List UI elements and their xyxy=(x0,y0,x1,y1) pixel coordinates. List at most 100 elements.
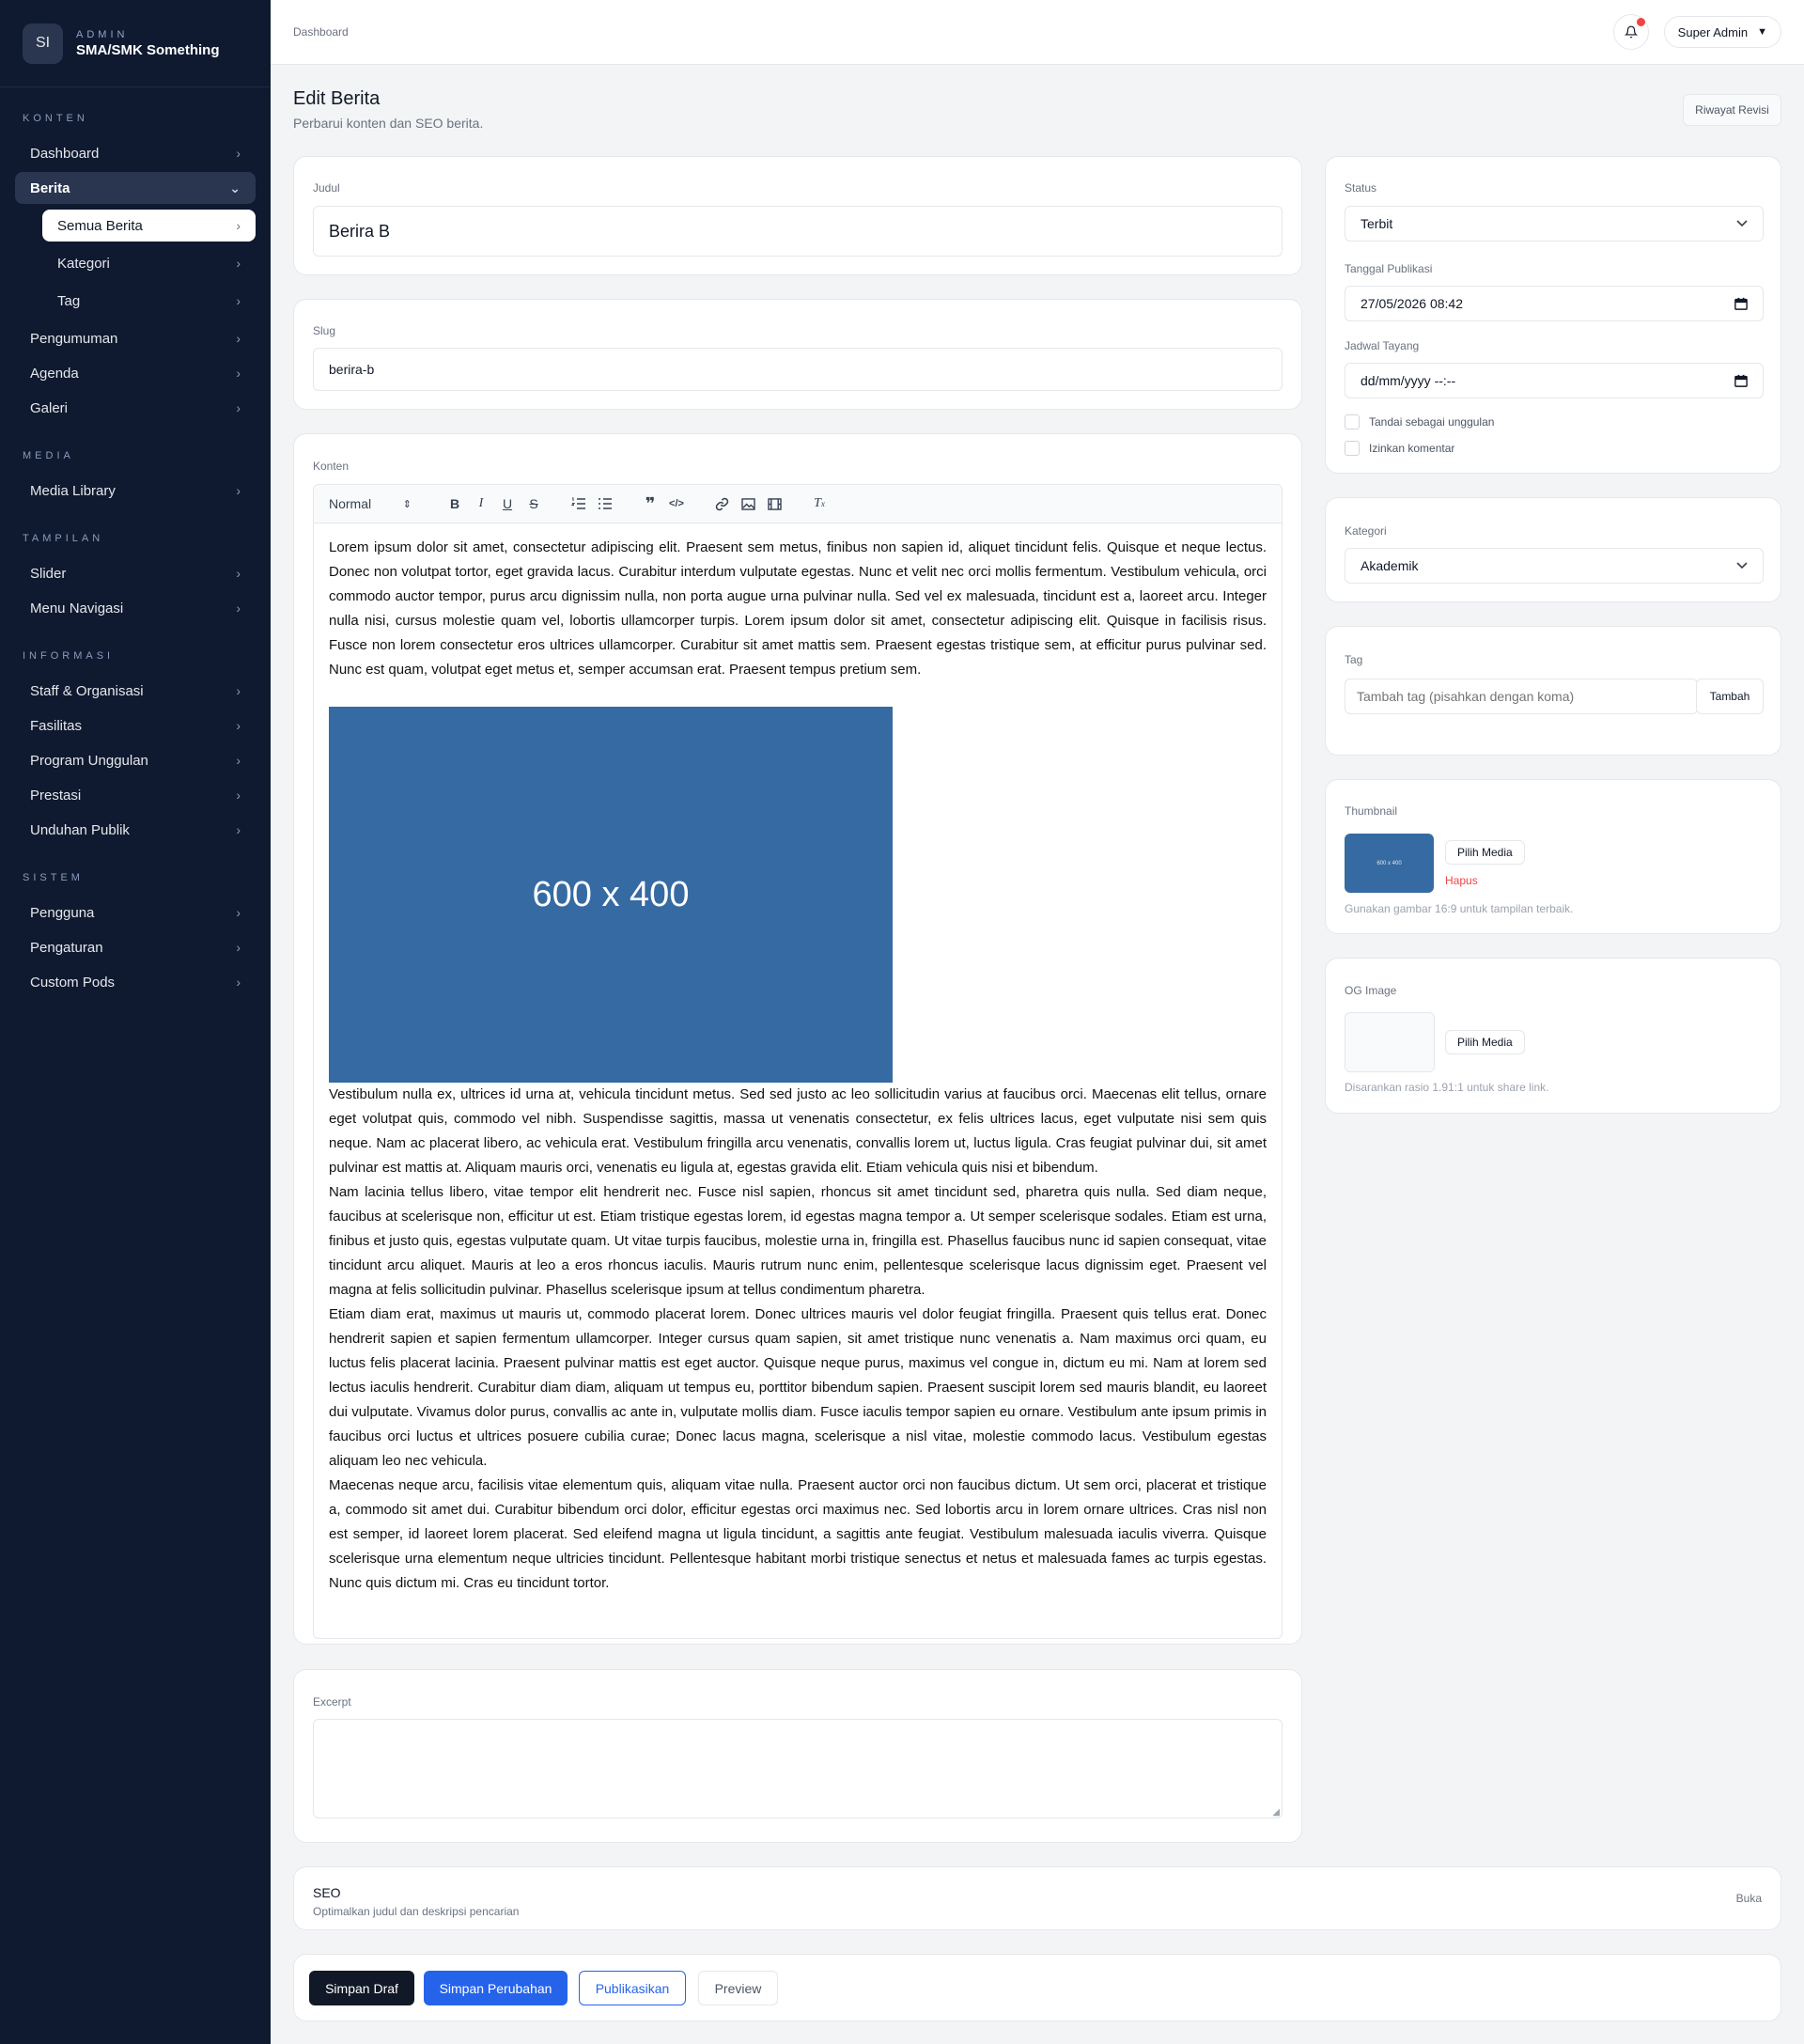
bullet-list-icon[interactable] xyxy=(592,491,618,517)
clear-format-icon[interactable]: Tx xyxy=(806,491,832,517)
publish-button[interactable]: Publikasikan xyxy=(579,1971,686,2005)
content-paragraph: Vestibulum nulla ex, ultrices id urna at… xyxy=(329,1086,1267,1176)
sidebar-item-media-library[interactable]: Media Library › xyxy=(15,475,256,507)
featured-checkbox-row[interactable]: Tandai sebagai unggulan xyxy=(1345,414,1494,429)
status-select[interactable]: Terbit xyxy=(1345,206,1764,242)
category-select[interactable]: Akademik xyxy=(1345,548,1764,584)
preview-button[interactable]: Preview xyxy=(698,1971,778,2005)
featured-checkbox[interactable] xyxy=(1345,414,1360,429)
link-icon[interactable] xyxy=(708,491,735,517)
sidebar-item-label: Berita xyxy=(30,179,70,196)
og-image-pick-media-button[interactable]: Pilih Media xyxy=(1445,1030,1525,1054)
sidebar-item-pengumuman[interactable]: Pengumuman › xyxy=(15,322,256,354)
sidebar-item-label: Program Unggulan xyxy=(30,752,148,769)
thumbnail-remove-link[interactable]: Hapus xyxy=(1445,874,1478,887)
chevron-right-icon: › xyxy=(236,788,241,803)
page-title: Edit Berita xyxy=(293,88,381,109)
sidebar-item-prestasi[interactable]: Prestasi › xyxy=(15,779,256,811)
breadcrumb[interactable]: Dashboard xyxy=(293,25,349,39)
notification-dot xyxy=(1636,18,1645,26)
schedule-input[interactable]: dd/mm/yyyy --:-- xyxy=(1345,363,1764,398)
thumbnail-card: Thumbnail 600 x 400 Pilih Media Hapus Gu… xyxy=(1325,779,1781,934)
italic-icon[interactable]: I xyxy=(468,491,494,517)
thumbnail-pick-media-button[interactable]: Pilih Media xyxy=(1445,840,1525,865)
chevron-right-icon: › xyxy=(236,146,241,161)
section-sistem: SISTEM xyxy=(23,872,84,883)
sidebar-item-label: Galeri xyxy=(30,399,69,416)
content-image[interactable]: 600 x 400 xyxy=(329,707,893,1083)
resize-handle-icon[interactable]: ◢ xyxy=(1272,1807,1280,1818)
sidebar-item-label: Tag xyxy=(57,292,81,309)
content-editor[interactable]: Lorem ipsum dolor sit amet, consectetur … xyxy=(313,523,1283,1639)
section-media: MEDIA xyxy=(23,450,74,461)
image-icon[interactable] xyxy=(735,491,761,517)
sidebar-item-staff[interactable]: Staff & Organisasi › xyxy=(15,675,256,707)
sidebar-item-slider[interactable]: Slider › xyxy=(15,557,256,589)
chevron-right-icon: › xyxy=(236,718,241,733)
title-input[interactable]: Berira B xyxy=(313,206,1283,257)
bell-icon xyxy=(1624,25,1638,39)
brand: SI ADMIN SMA/SMK Something xyxy=(0,0,271,87)
seo-card[interactable]: SEO Optimalkan judul dan deskripsi penca… xyxy=(293,1866,1781,1930)
sidebar-item-label: Pengumuman xyxy=(30,330,118,347)
revision-history-button[interactable]: Riwayat Revisi xyxy=(1683,94,1781,126)
excerpt-textarea[interactable]: ◢ xyxy=(313,1719,1283,1818)
underline-icon[interactable]: U xyxy=(494,491,521,517)
notification-button[interactable] xyxy=(1612,14,1649,50)
calendar-icon[interactable] xyxy=(1734,297,1748,310)
comments-checkbox-row[interactable]: Izinkan komentar xyxy=(1345,441,1454,456)
chevron-right-icon: › xyxy=(236,566,241,581)
sidebar-item-pengaturan[interactable]: Pengaturan › xyxy=(15,931,256,963)
status-label: Status xyxy=(1345,181,1377,195)
sidebar-item-fasilitas[interactable]: Fasilitas › xyxy=(15,710,256,741)
sidebar-item-label: Custom Pods xyxy=(30,974,116,991)
brand-logo: SI xyxy=(23,23,63,64)
og-image-preview xyxy=(1345,1012,1435,1072)
format-select[interactable]: Normal ⇕ xyxy=(329,491,423,517)
slug-input[interactable]: berira-b xyxy=(313,348,1283,391)
thumbnail-label: Thumbnail xyxy=(1345,804,1398,818)
bold-icon[interactable]: B xyxy=(442,491,468,517)
sidebar-item-pengguna[interactable]: Pengguna › xyxy=(15,897,256,928)
video-icon[interactable] xyxy=(761,491,787,517)
sidebar-item-galeri[interactable]: Galeri › xyxy=(15,392,256,424)
chevron-down-icon xyxy=(1736,562,1748,570)
seo-toggle[interactable]: Buka xyxy=(1736,1892,1762,1905)
content-paragraph: Lorem ipsum dolor sit amet, consectetur … xyxy=(329,539,1267,678)
chevron-right-icon: › xyxy=(236,683,241,698)
section-informasi: INFORMASI xyxy=(23,650,115,662)
tag-input[interactable] xyxy=(1345,679,1698,714)
sidebar-item-berita[interactable]: Berita ⌄ xyxy=(15,172,256,204)
sidebar-item-agenda[interactable]: Agenda › xyxy=(15,357,256,389)
sidebar-subitem-kategori[interactable]: Kategori › xyxy=(42,247,256,279)
sidebar-item-label: Slider xyxy=(30,565,67,582)
sidebar-subitem-tag[interactable]: Tag › xyxy=(42,285,256,317)
user-menu-button[interactable]: Super Admin ▼ xyxy=(1663,16,1781,48)
blockquote-icon[interactable]: ❞ xyxy=(637,491,663,517)
save-changes-button[interactable]: Simpan Perubahan xyxy=(424,1971,568,2005)
content-card: Konten Normal ⇕ B I U S ❞ </> Tx Lorem ip… xyxy=(293,433,1302,1645)
sidebar-item-menu-navigasi[interactable]: Menu Navigasi › xyxy=(15,592,256,624)
section-konten: KONTEN xyxy=(23,113,88,124)
save-draft-button[interactable]: Simpan Draf xyxy=(309,1971,414,2005)
sidebar-item-unduhan-publik[interactable]: Unduhan Publik › xyxy=(15,814,256,846)
sidebar-item-dashboard[interactable]: Dashboard › xyxy=(15,137,256,169)
sidebar-subitem-semua-berita[interactable]: Semua Berita › xyxy=(42,210,256,242)
ordered-list-icon[interactable] xyxy=(566,491,592,517)
chevron-right-icon: › xyxy=(236,366,241,381)
title-card: Judul Berira B xyxy=(293,156,1302,275)
thumbnail-preview: 600 x 400 xyxy=(1345,834,1434,893)
code-block-icon[interactable]: </> xyxy=(663,491,690,517)
sidebar: SI ADMIN SMA/SMK Something KONTEN Dashbo… xyxy=(0,0,271,2044)
schedule-value: dd/mm/yyyy --:-- xyxy=(1361,373,1456,388)
add-tag-button[interactable]: Tambah xyxy=(1696,679,1764,714)
sidebar-item-custom-pods[interactable]: Custom Pods › xyxy=(15,966,256,998)
chevron-right-icon: › xyxy=(236,905,241,920)
sidebar-item-program-unggulan[interactable]: Program Unggulan › xyxy=(15,744,256,776)
publish-date-input[interactable]: 27/05/2026 08:42 xyxy=(1345,286,1764,321)
caret-down-icon: ▼ xyxy=(1757,26,1767,38)
comments-checkbox[interactable] xyxy=(1345,441,1360,456)
calendar-icon[interactable] xyxy=(1734,374,1748,387)
strikethrough-icon[interactable]: S xyxy=(521,491,547,517)
category-select-value: Akademik xyxy=(1361,558,1419,573)
